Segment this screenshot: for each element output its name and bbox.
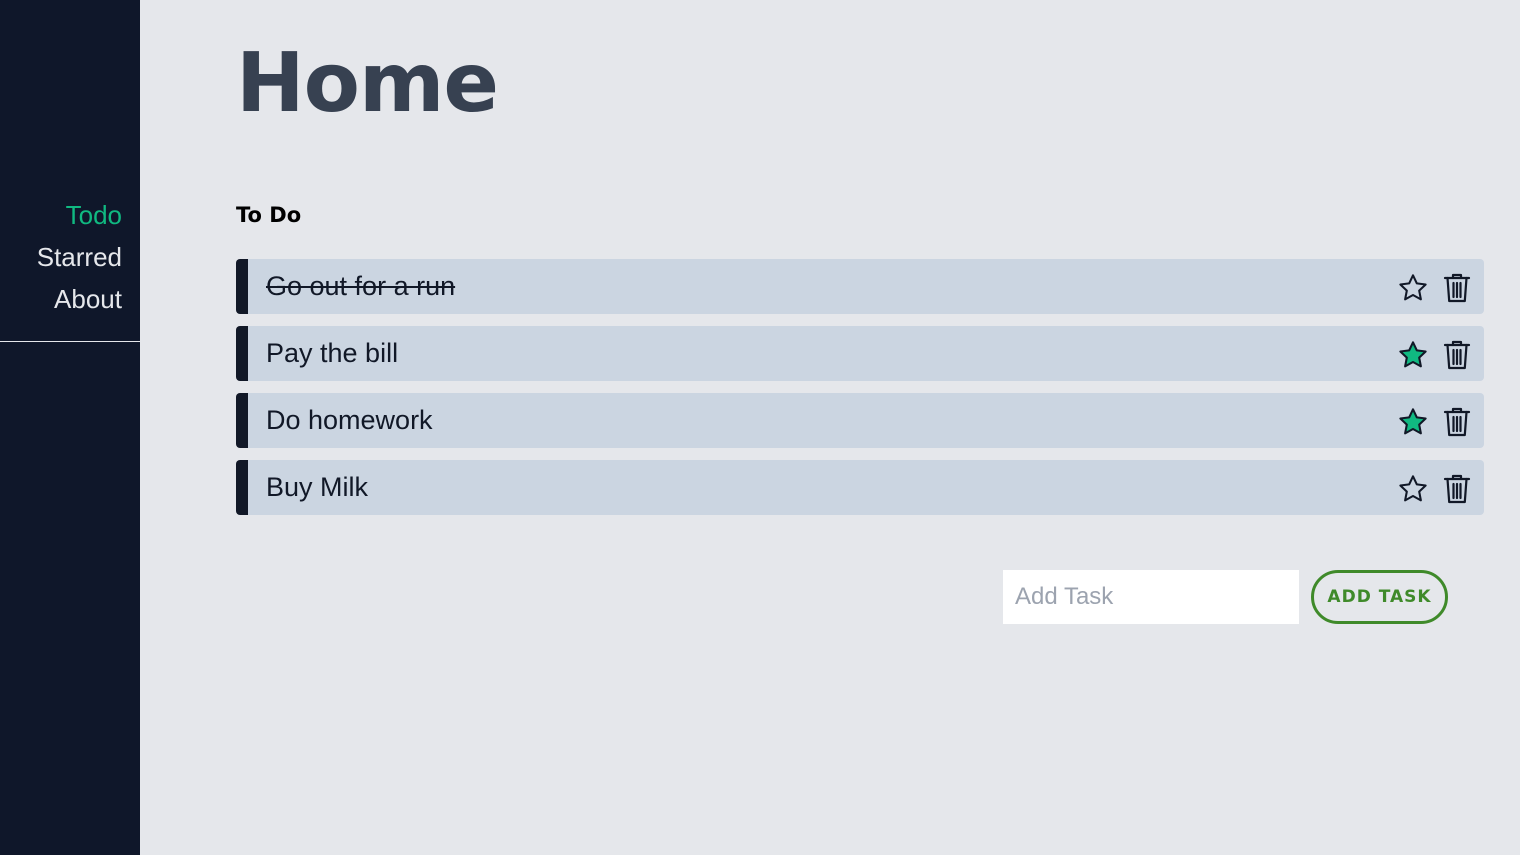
trash-icon[interactable] <box>1442 473 1472 505</box>
task-text[interactable]: Go out for a run <box>266 271 455 302</box>
trash-icon[interactable] <box>1442 272 1472 304</box>
star-icon[interactable] <box>1398 339 1428 371</box>
app: Todo Starred About Home To Do Go out for… <box>0 0 1520 855</box>
sidebar-nav: Todo Starred About <box>37 194 122 320</box>
sidebar: Todo Starred About <box>0 0 140 855</box>
task-text[interactable]: Do homework <box>266 405 433 436</box>
sidebar-divider <box>0 341 140 342</box>
section-title: To Do <box>236 203 302 227</box>
task-text[interactable]: Buy Milk <box>266 472 368 503</box>
trash-icon[interactable] <box>1442 339 1472 371</box>
page-title: Home <box>236 36 499 131</box>
task-actions <box>1398 272 1472 304</box>
add-task-button[interactable]: ADD TASK <box>1311 570 1448 624</box>
star-icon[interactable] <box>1398 272 1428 304</box>
task-actions <box>1398 406 1472 438</box>
sidebar-item-about[interactable]: About <box>54 278 122 320</box>
star-icon[interactable] <box>1398 406 1428 438</box>
task-text[interactable]: Pay the bill <box>266 338 398 369</box>
task-actions <box>1398 473 1472 505</box>
task-item[interactable]: Go out for a run <box>236 259 1484 314</box>
sidebar-item-starred[interactable]: Starred <box>37 236 122 278</box>
add-task-form: ADD TASK <box>1003 570 1448 624</box>
star-icon[interactable] <box>1398 473 1428 505</box>
trash-icon[interactable] <box>1442 406 1472 438</box>
sidebar-item-todo[interactable]: Todo <box>66 194 122 236</box>
task-list: Go out for a run Pay the bill Do homewor… <box>236 259 1484 515</box>
add-task-input[interactable] <box>1003 570 1299 624</box>
task-item[interactable]: Pay the bill <box>236 326 1484 381</box>
task-actions <box>1398 339 1472 371</box>
task-item[interactable]: Do homework <box>236 393 1484 448</box>
task-item[interactable]: Buy Milk <box>236 460 1484 515</box>
